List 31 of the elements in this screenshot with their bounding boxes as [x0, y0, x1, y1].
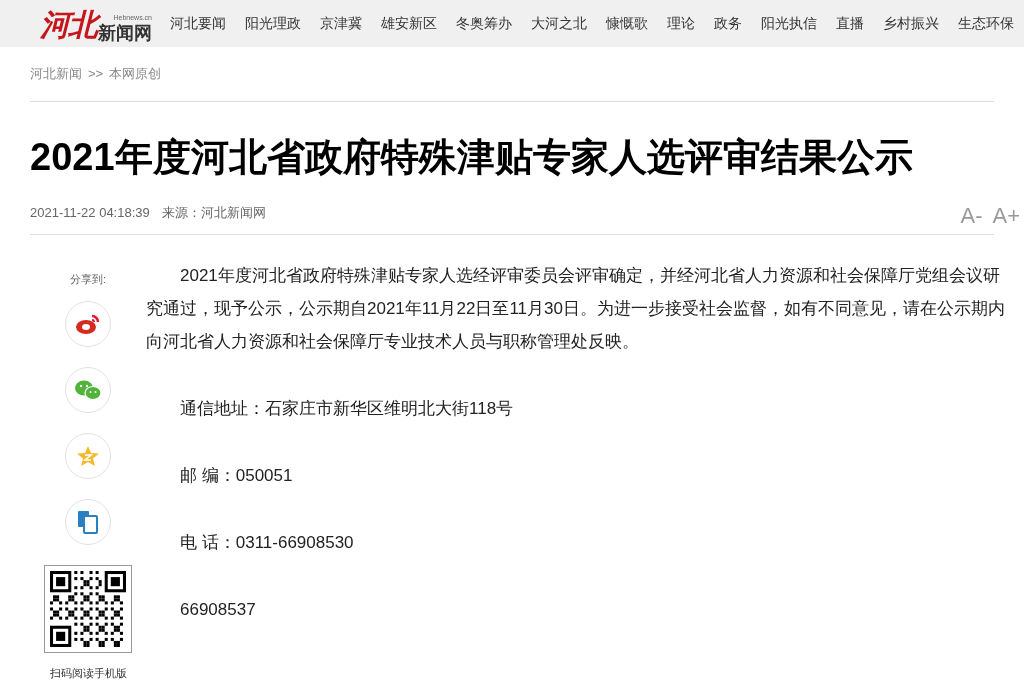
breadcrumb-separator: >>: [88, 65, 104, 84]
nav-link[interactable]: 理论: [667, 13, 695, 34]
nav-link[interactable]: 乡村振兴: [883, 13, 939, 34]
nav-link[interactable]: 直播: [836, 13, 864, 34]
article-paragraph: 2021年度河北省政府特殊津贴专家人选经评审委员会评审确定，并经河北省人力资源和社会保障厅党组会议研究通过，现予公示，公示期自2021年11月22日至11月30日。为进一步接受社会监督，如有不同意见，请在公示期内向河北省人力资源和社会保障厅专业技术人员与职称管理处反映。: [146, 264, 1006, 353]
nav-link[interactable]: 冬奥筹办: [456, 13, 512, 34]
devices-icon: [77, 510, 99, 534]
nav-link[interactable]: 阳光理政: [245, 13, 301, 34]
nav-link[interactable]: 京津冀: [320, 13, 362, 34]
article-paragraph: 66908537: [179, 598, 257, 621]
article-paragraph: 通信地址：石家庄市新华区维明北大街118号: [179, 397, 515, 420]
nav-link[interactable]: 雄安新区: [381, 13, 437, 34]
publish-time: 2021-11-22 04:18:39: [30, 204, 150, 222]
nav-link[interactable]: 慷慨歌: [606, 13, 648, 34]
breadcrumb-link[interactable]: 河北新闻: [30, 64, 82, 84]
nav-link[interactable]: 政务: [714, 13, 742, 34]
share-label: 分享到:: [69, 271, 107, 287]
article-source: 来源：河北新闻网: [161, 204, 266, 222]
star-icon: [76, 445, 100, 467]
nav-link[interactable]: 阳光执信: [761, 13, 817, 34]
article-paragraph: 邮 编：050051: [179, 464, 294, 487]
wechat-icon: [74, 379, 102, 401]
nav-link[interactable]: 大河之北: [531, 13, 587, 34]
breadcrumb-link[interactable]: 本网原创: [109, 64, 162, 84]
qr-caption: 扫码阅读手机版: [49, 666, 127, 681]
article-paragraph: 电 话：0311-66908530: [179, 531, 355, 554]
logo-name: 新闻网: [98, 22, 152, 44]
nav-link[interactable]: 河北要闻: [170, 13, 226, 34]
nav-link[interactable]: 生态环保: [958, 13, 1014, 34]
weibo-icon: [75, 313, 101, 335]
article-title: 2021年度河北省政府特殊津贴专家人选评审结果公示: [30, 135, 914, 180]
